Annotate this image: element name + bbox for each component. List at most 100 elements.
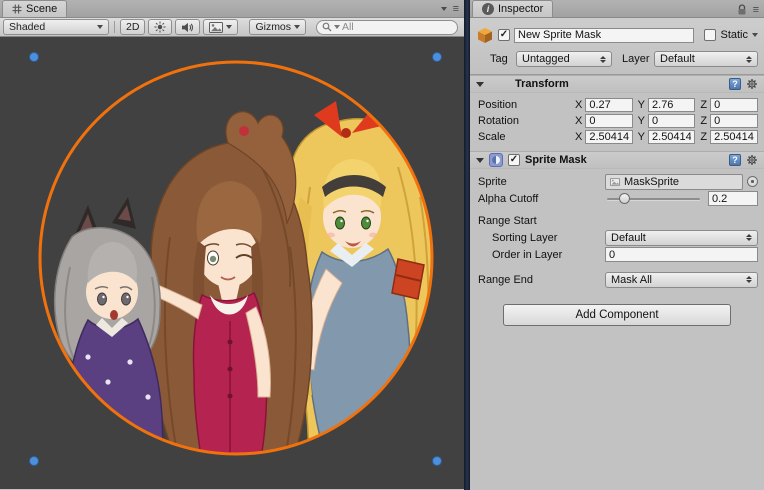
range-end-dropdown[interactable]: Mask All xyxy=(605,272,758,288)
search-input[interactable] xyxy=(342,21,432,33)
rotation-x-input[interactable] xyxy=(585,114,632,128)
dropdown-spinner-icon xyxy=(742,276,752,283)
dropdown-spinner-icon xyxy=(742,56,752,63)
search-filter-chevron-icon[interactable] xyxy=(334,25,340,29)
sprite-object-field[interactable]: MaskSprite xyxy=(605,174,743,190)
scene-search-field[interactable] xyxy=(316,20,458,35)
gear-icon[interactable] xyxy=(746,78,758,90)
add-component-button[interactable]: Add Component xyxy=(503,304,731,326)
unity-editor-window: Scene ≡ Shaded 2D xyxy=(0,0,764,490)
static-checkbox[interactable] xyxy=(704,29,716,41)
layer-label: Layer xyxy=(622,53,654,65)
mode-2d-label: 2D xyxy=(126,21,139,33)
range-start-row: Range Start xyxy=(470,213,764,229)
sprite-mask-header[interactable]: Sprite Mask xyxy=(470,151,764,169)
scale-x-input[interactable] xyxy=(585,130,632,144)
rotation-label: Rotation xyxy=(478,115,575,127)
scene-lighting-toggle[interactable] xyxy=(148,19,172,35)
sorting-layer-label: Sorting Layer xyxy=(478,232,605,244)
draw-mode-dropdown[interactable]: Shaded xyxy=(3,19,109,35)
dropdown-spinner-icon xyxy=(742,234,752,241)
speaker-icon xyxy=(181,22,194,33)
transform-header[interactable]: Transform xyxy=(470,75,764,93)
order-in-layer-input[interactable] xyxy=(605,247,758,262)
mode-2d-toggle[interactable]: 2D xyxy=(120,19,145,35)
layer-dropdown[interactable]: Default xyxy=(654,51,758,67)
gizmos-label: Gizmos xyxy=(255,21,291,33)
static-label: Static xyxy=(720,29,748,41)
tag-label: Tag xyxy=(490,53,516,65)
toolbar-separator xyxy=(114,21,115,33)
position-x-input[interactable] xyxy=(585,98,632,112)
sprite-mask-enabled-checkbox[interactable] xyxy=(508,154,520,166)
sprite-row: Sprite MaskSprite xyxy=(470,173,764,190)
axis-z-label: Z xyxy=(700,99,707,111)
selection-handle[interactable] xyxy=(433,53,442,62)
scene-toolbar: Shaded 2D xyxy=(0,18,464,37)
rotation-z-input[interactable] xyxy=(710,114,758,128)
scale-y-input[interactable] xyxy=(648,130,695,144)
scene-viewport[interactable] xyxy=(0,37,464,489)
sprite-mask-header-icons xyxy=(729,154,758,166)
sorting-layer-row: Sorting Layer Default xyxy=(470,229,764,246)
scene-audio-toggle[interactable] xyxy=(175,19,200,35)
rotation-y-input[interactable] xyxy=(648,114,695,128)
scene-tabbar: Scene ≡ xyxy=(0,0,464,18)
scale-z-input[interactable] xyxy=(710,130,758,144)
gameobject-active-checkbox[interactable] xyxy=(498,29,510,41)
gizmos-dropdown[interactable]: Gizmos xyxy=(249,19,306,35)
axis-x-label: X xyxy=(575,115,582,127)
gear-icon[interactable] xyxy=(746,154,758,166)
scene-panel: Scene ≡ Shaded 2D xyxy=(0,0,464,490)
scene-pane-icons: ≡ xyxy=(441,4,459,14)
position-y-input[interactable] xyxy=(648,98,695,112)
sorting-layer-value: Default xyxy=(611,232,646,244)
transform-header-icons xyxy=(729,78,758,90)
character-left xyxy=(55,197,164,469)
scene-grid-icon xyxy=(12,4,22,14)
tab-scene[interactable]: Scene xyxy=(2,0,67,17)
selection-handle[interactable] xyxy=(433,457,442,466)
tag-dropdown[interactable]: Untagged xyxy=(516,51,612,67)
scene-tab-label: Scene xyxy=(26,3,57,15)
static-dropdown-icon[interactable] xyxy=(752,33,758,37)
gameobject-name-input[interactable] xyxy=(514,28,694,43)
lock-icon[interactable] xyxy=(737,4,747,16)
range-end-label: Range End xyxy=(478,274,605,286)
axis-x-label: X xyxy=(575,99,582,111)
image-icon xyxy=(209,22,223,33)
sprite-thumbnail-icon xyxy=(610,177,620,187)
tag-value: Untagged xyxy=(522,53,570,65)
axis-y-label: Y xyxy=(638,115,645,127)
object-picker-icon[interactable] xyxy=(747,176,758,187)
search-icon xyxy=(322,22,332,32)
gameobject-header: Static Tag Untagged Layer Default xyxy=(470,18,764,75)
sorting-layer-dropdown[interactable]: Default xyxy=(605,230,758,246)
help-book-icon[interactable] xyxy=(729,154,741,166)
foldout-arrow-icon[interactable] xyxy=(476,158,484,163)
pane-dropdown-icon[interactable] xyxy=(441,7,447,11)
sprite-value: MaskSprite xyxy=(624,176,679,188)
inspector-tabbar: Inspector ≡ xyxy=(470,0,764,18)
scene-effects-dropdown[interactable] xyxy=(203,19,238,35)
gameobject-name-row: Static xyxy=(476,22,758,48)
help-book-icon[interactable] xyxy=(729,78,741,90)
foldout-arrow-icon[interactable] xyxy=(476,82,484,87)
transform-scale-row: Scale X Y Z xyxy=(470,129,764,145)
alpha-cutoff-slider[interactable] xyxy=(605,192,702,206)
chevron-down-icon xyxy=(226,25,232,29)
masked-sprite-artwork xyxy=(55,99,441,481)
alpha-cutoff-input[interactable] xyxy=(708,191,758,206)
selection-handle[interactable] xyxy=(30,53,39,62)
tab-inspector[interactable]: Inspector xyxy=(472,0,553,17)
selection-handle[interactable] xyxy=(30,457,39,466)
axis-z-label: Z xyxy=(700,131,707,143)
scale-label: Scale xyxy=(478,131,575,143)
draw-mode-label: Shaded xyxy=(9,21,45,33)
pane-menu-icon[interactable]: ≡ xyxy=(453,4,459,14)
tag-layer-row: Tag Untagged Layer Default xyxy=(476,48,758,72)
sun-icon xyxy=(154,21,166,33)
alpha-cutoff-slider-thumb[interactable] xyxy=(619,193,630,204)
pane-menu-icon[interactable]: ≡ xyxy=(753,5,759,15)
position-z-input[interactable] xyxy=(710,98,758,112)
